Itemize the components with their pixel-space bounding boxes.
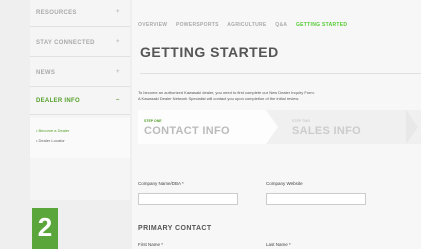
nav-overview[interactable]: OVERVIEW xyxy=(138,22,167,28)
badge-number: 2 xyxy=(37,212,53,242)
company-website-label: Company Website xyxy=(266,181,303,186)
step-title: CONTACT INFO xyxy=(144,125,230,137)
section-title: PRIMARY CONTACT xyxy=(138,225,212,232)
sidebar-item-label: RESOURCES xyxy=(36,10,77,16)
dealer-info-subnav: • Become a Dealer • Dealer Locator xyxy=(30,118,130,158)
sidebar-item-label: STAY CONNECTED xyxy=(36,40,95,46)
company-name-label: Company Name/DBA * xyxy=(138,181,184,186)
company-name-field[interactable] xyxy=(138,193,238,205)
subnav-become-dealer[interactable]: • Become a Dealer xyxy=(36,128,69,133)
sidebar-item-stay-connected[interactable]: STAY CONNECTED + xyxy=(30,30,130,57)
main-content: OVERVIEW POWERSPORTS AGRICULTURE Q&A GET… xyxy=(132,0,421,249)
step-contact-info[interactable]: STEP ONE CONTACT INFO xyxy=(138,110,266,144)
sidebar-item-resources[interactable]: RESOURCES + xyxy=(30,0,130,27)
step-number: STEP ONE xyxy=(144,119,162,123)
sidebar-item-label: NEWS xyxy=(36,70,56,76)
page: RESOURCES + STAY CONNECTED + NEWS + DEAL… xyxy=(0,0,421,249)
page-title: GETTING STARTED xyxy=(140,44,279,60)
left-margin xyxy=(0,0,30,249)
sidebar-item-label: DEALER INFO xyxy=(36,98,80,104)
nav-powersports[interactable]: POWERSPORTS xyxy=(176,22,219,28)
steps-bar: STEP ONE CONTACT INFO STEP TWO SALES INF… xyxy=(138,110,421,144)
minus-icon: – xyxy=(116,97,120,103)
step-title: SALES INFO xyxy=(292,125,362,137)
divider xyxy=(140,73,421,74)
subnav-dealer-locator[interactable]: • Dealer Locator xyxy=(36,138,65,143)
plus-icon: + xyxy=(116,9,120,15)
nav-agriculture[interactable]: AGRICULTURE xyxy=(227,22,266,28)
top-nav: OVERVIEW POWERSPORTS AGRICULTURE Q&A GET… xyxy=(138,22,354,28)
sidebar-item-dealer-info[interactable]: DEALER INFO – xyxy=(30,88,130,115)
step-number: STEP TWO xyxy=(292,119,311,123)
first-name-label: First Name * xyxy=(138,242,164,247)
plus-icon: + xyxy=(116,69,120,75)
sidebar-item-news[interactable]: NEWS + xyxy=(30,60,130,87)
step-badge: 2 xyxy=(32,208,58,249)
sidebar: RESOURCES + STAY CONNECTED + NEWS + DEAL… xyxy=(30,0,130,200)
plus-icon: + xyxy=(116,39,120,45)
step-arrow xyxy=(406,110,418,144)
intro-line: A Kawasaki Dealer Network Specialist wil… xyxy=(138,96,300,101)
nav-getting-started[interactable]: GETTING STARTED xyxy=(296,22,347,28)
step-sales-info[interactable]: STEP TWO SALES INFO xyxy=(282,110,402,144)
intro-text: To become an authorized Kawasaki dealer,… xyxy=(138,90,421,102)
nav-qa[interactable]: Q&A xyxy=(275,22,287,28)
company-website-field[interactable] xyxy=(266,193,366,205)
step-arrow xyxy=(266,110,278,144)
last-name-label: Last Name * xyxy=(266,242,291,247)
